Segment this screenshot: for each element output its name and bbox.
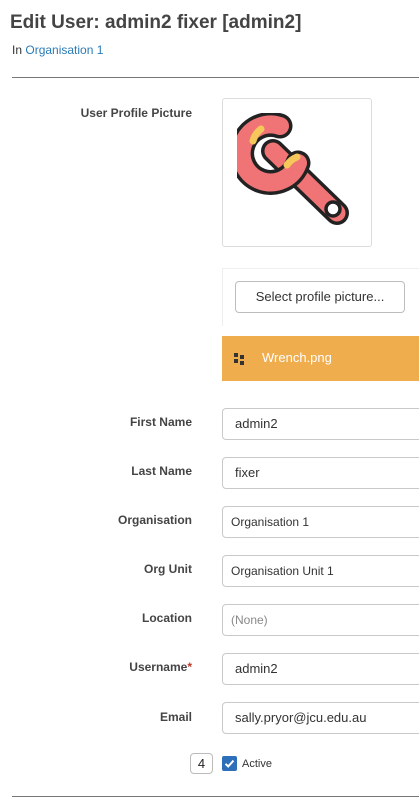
org-unit-select[interactable]: Organisation Unit 1 [222,555,419,587]
location-select[interactable]: (None) [222,604,419,636]
organisation-select[interactable]: Organisation 1 [222,506,419,538]
step-number-badge: 4 [190,753,213,774]
username-label-text: Username [129,660,188,674]
organisation-link[interactable]: Organisation 1 [25,43,103,57]
profile-picture-preview [222,98,372,247]
active-checkbox[interactable] [222,756,237,771]
email-input[interactable]: sally.pryor@jcu.edu.au [222,702,419,734]
select-profile-picture-button[interactable]: Select profile picture... [235,281,405,313]
first-name-label: First Name [129,415,192,429]
active-label: Active [242,758,272,770]
header-divider [12,77,419,78]
required-marker: * [187,660,192,674]
checkmark-icon [224,759,235,768]
location-label: Location [142,611,192,625]
profile-picture-label: User Profile Picture [80,106,192,120]
username-label: Username* [0,660,192,674]
selected-file-name: Wrench.png [262,350,332,365]
selected-file-bar: Wrench.png [222,336,419,381]
username-input[interactable]: admin2 [222,653,419,685]
last-name-label: Last Name [131,464,192,478]
footer-divider [12,796,419,797]
wrench-icon [237,113,349,225]
breadcrumb-prefix: In [12,43,23,57]
organisation-label: Organisation [117,513,192,527]
email-label: Email [159,710,192,724]
last-name-input[interactable]: fixer [222,457,419,489]
org-unit-label: Org Unit [144,562,192,576]
picture-upload-area: Select profile picture... [222,268,419,326]
drag-handle-icon [234,353,248,365]
first-name-input[interactable]: admin2 [222,408,419,440]
page-title: Edit User: admin2 fixer [admin2] [10,12,302,33]
breadcrumb: In Organisation 1 [12,43,103,57]
